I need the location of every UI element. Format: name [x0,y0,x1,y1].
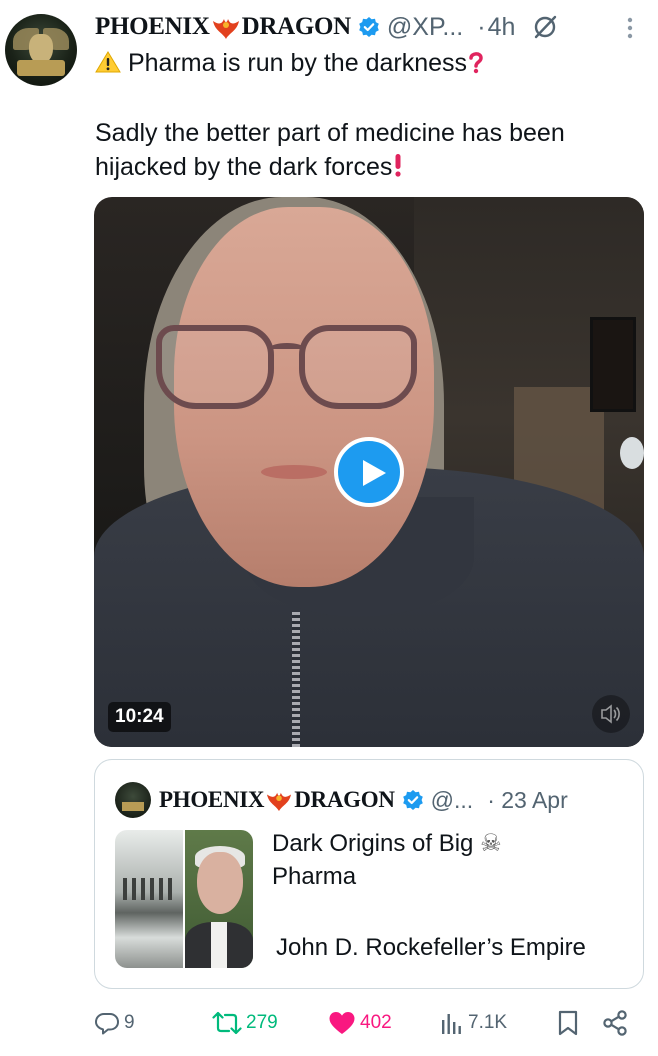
avatar-base [122,802,144,811]
quoted-display-name-part1[interactable]: PHOENIX [159,787,265,812]
display-name-part1[interactable]: PHOENIX [95,13,210,40]
retweet-count: 279 [246,1012,278,1033]
portrait-shirt [211,922,227,968]
tweet-text-body: Sadly the better part of medicine has be… [95,116,635,187]
avatar-base [17,60,65,76]
quoted-text-line2: Pharma [272,863,357,890]
quoted-text-line1: Dark Origins of Big ☠ [272,826,502,861]
phoenix-emblem-icon [211,15,241,41]
video-duration: 10:24 [108,702,171,732]
view-count: 7.1K [468,1012,508,1033]
tweet-header: PHOENIX DRAGON @XP... · 4h [95,10,559,44]
thumbnail-portrait-photo [185,830,253,968]
display-name-part2[interactable]: DRAGON [242,13,352,40]
bookmark-button[interactable] [556,1006,580,1040]
video-glasses-right [299,325,417,409]
play-icon [363,460,386,486]
share-icon [603,1010,627,1036]
like-button[interactable]: 402 [328,1006,392,1040]
video-glasses-left [156,325,274,409]
warning-icon [95,49,121,83]
speaker-muted-icon [601,704,620,724]
quoted-display-name-part2[interactable]: DRAGON [294,787,395,812]
like-count: 402 [360,1012,392,1033]
reply-count: 9 [124,1012,135,1033]
phoenix-emblem-icon [265,789,293,813]
play-button[interactable] [334,437,404,507]
verified-badge-icon [402,790,423,810]
separator-dot: · [487,786,495,813]
skull-crossbones-icon: ☠ [480,829,502,857]
tweet-time[interactable]: 4h [488,13,516,42]
quoted-date-text: 23 Apr [501,786,568,813]
heart-icon [329,1012,355,1034]
reply-icon [95,1013,119,1035]
grok-slash-icon[interactable] [531,13,559,41]
share-button[interactable] [602,1006,628,1040]
video-player[interactable]: 10:24 [94,197,644,747]
tweet-text-line1: Pharma is run by the darkness [95,46,485,83]
portrait-face [197,852,243,914]
quoted-text-line3: John D. Rockefeller’s Empire [276,934,586,961]
display-name[interactable]: PHOENIX DRAGON [95,13,351,41]
red-question-icon [467,49,485,83]
video-person-zipper [292,612,300,747]
quoted-media-thumbnail[interactable] [115,830,253,968]
retweet-icon [212,1011,242,1035]
author-avatar[interactable] [5,14,77,86]
tweet-text: Pharma is run by the darkness [127,49,468,77]
video-picture-frame [590,317,636,412]
video-lamp [620,437,644,469]
more-options-icon[interactable] [622,16,638,40]
bookmark-icon [558,1010,578,1036]
quoted-text: Dark Origins of Big [272,830,474,857]
reply-button[interactable]: 9 [94,1006,135,1040]
mute-button[interactable] [592,695,630,733]
retweet-button[interactable]: 279 [212,1006,278,1040]
quoted-tweet-date[interactable]: · 23 Apr [487,787,568,814]
verified-badge-icon [359,17,379,37]
video-glasses-bridge [270,343,304,353]
quoted-tweet[interactable]: PHOENIX DRAGON @... · 23 Apr Dark Origins… [94,759,644,989]
author-handle[interactable]: @XP... [387,13,463,42]
quoted-author-avatar[interactable] [115,782,151,818]
thumbnail-smokestacks [123,878,173,900]
views-icon [442,1014,461,1034]
separator-dot: · [477,12,486,41]
red-exclamation-icon [392,152,404,187]
tweet-actions-bar: 9 279 402 7.1K [94,1006,644,1040]
views-button[interactable]: 7.1K [440,1006,507,1040]
quoted-display-name[interactable]: PHOENIX DRAGON [159,787,395,814]
quoted-author-handle[interactable]: @... [431,787,474,814]
quoted-tweet-header: PHOENIX DRAGON @... · 23 Apr [159,782,568,818]
tweet-body-text: Sadly the better part of medicine has be… [95,119,565,181]
video-person-mouth [261,465,327,479]
